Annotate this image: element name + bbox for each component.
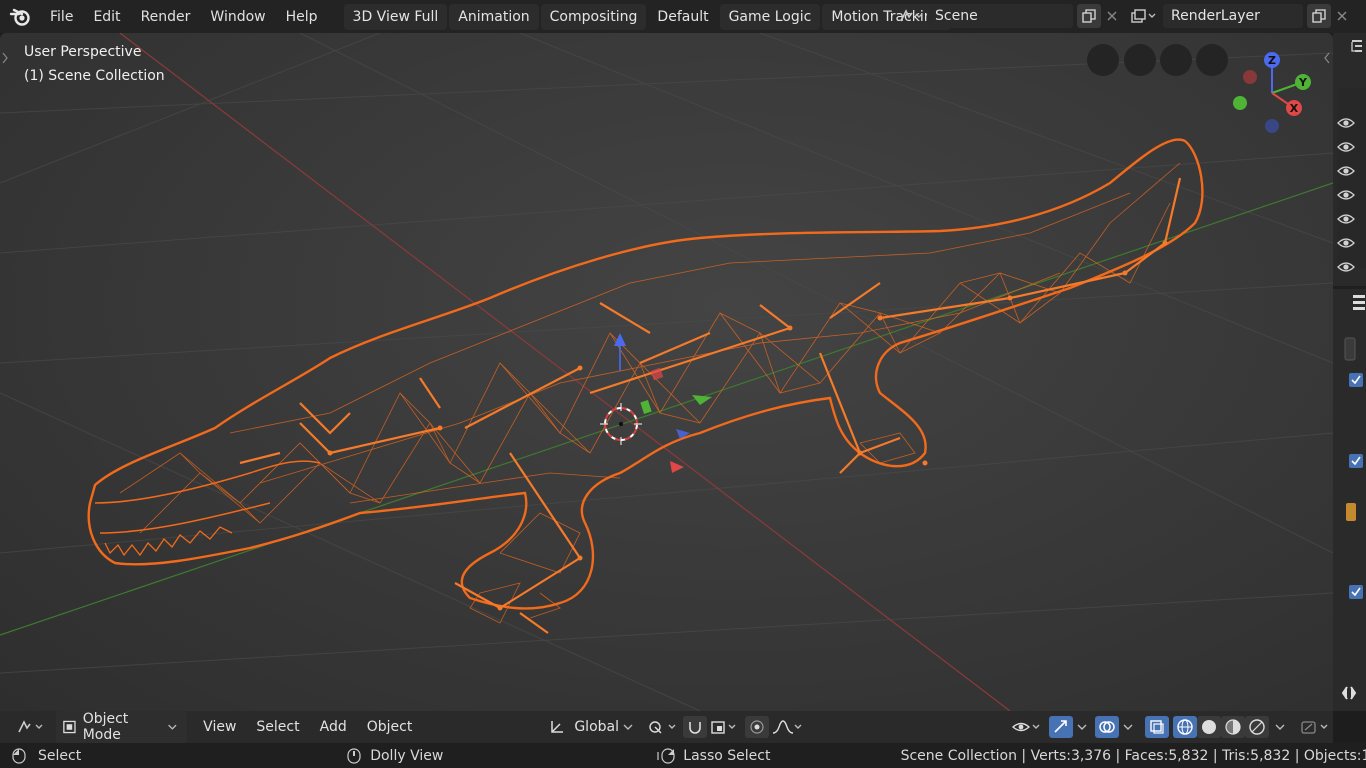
- menu-object[interactable]: Object: [367, 711, 413, 743]
- viewport-header: Object Mode View Select Add Object Globa…: [0, 711, 1333, 743]
- gizmo-toggle-icon[interactable]: [1049, 711, 1073, 743]
- scene-name: Scene: [935, 8, 978, 24]
- editor-type-dropdown[interactable]: [16, 711, 46, 743]
- new-render-layer-button[interactable]: [1307, 4, 1331, 28]
- checkbox-3[interactable]: [1349, 585, 1363, 599]
- mouse-left-icon: [12, 747, 26, 764]
- visibility-dropdown[interactable]: [1011, 711, 1045, 743]
- properties-scroll-icon[interactable]: [1344, 337, 1356, 361]
- falloff-dropdown[interactable]: [771, 711, 805, 743]
- checkbox-1[interactable]: [1349, 373, 1363, 387]
- mode-label: Object Mode: [82, 711, 129, 743]
- pan-icon[interactable]: [1124, 44, 1156, 76]
- status-bar: Select Dolly View Lasso Select Scene Col…: [0, 743, 1366, 768]
- orientation-label: Global: [574, 719, 619, 735]
- shading-solid-icon[interactable]: [1197, 711, 1221, 743]
- panel-resize-icon[interactable]: [1341, 686, 1357, 700]
- scene-name-field[interactable]: Scene: [927, 4, 1073, 28]
- tab-animation[interactable]: Animation: [449, 3, 539, 30]
- y-axis-label: Y: [1298, 76, 1308, 89]
- gizmo-dropdown[interactable]: [1073, 711, 1091, 743]
- scene-selector-area: Scene RenderLayer: [895, 3, 1353, 29]
- y-axis-line: [0, 182, 1333, 636]
- tab-compositing[interactable]: Compositing: [540, 3, 647, 30]
- menu-select[interactable]: Select: [256, 711, 299, 743]
- menu-edit[interactable]: Edit: [83, 0, 130, 33]
- floor-grid: [0, 33, 1333, 711]
- right-panel-strip: [1333, 33, 1366, 711]
- left-panel-arrow-icon[interactable]: [2, 52, 8, 64]
- shading-material-icon[interactable]: [1221, 711, 1245, 743]
- proportional-edit-toggle[interactable]: [745, 711, 769, 743]
- status-hint-dolly: Dolly View: [370, 747, 444, 764]
- ortho-toggle-icon[interactable]: [1196, 44, 1228, 76]
- collection-label: (1) Scene Collection: [24, 68, 165, 84]
- pivot-point-dropdown[interactable]: [647, 711, 681, 743]
- neg-z-icon[interactable]: [1265, 119, 1279, 133]
- top-bar: File Edit Render Window Help 3D View Ful…: [0, 0, 1366, 33]
- 3d-viewport[interactable]: User Perspective (1) Scene Collection Z …: [0, 33, 1333, 711]
- render-layer-name: RenderLayer: [1171, 8, 1260, 24]
- editor-options-dropdown[interactable]: [1299, 711, 1333, 743]
- mouse-drag-icon: [657, 747, 675, 764]
- right-panel-arrow-icon[interactable]: [1324, 52, 1330, 64]
- tab-default[interactable]: Default: [648, 4, 717, 30]
- navigation-gizmo[interactable]: Z Y X: [1226, 46, 1316, 136]
- menu-window[interactable]: Window: [200, 0, 275, 33]
- xray-toggle-icon[interactable]: [1145, 711, 1169, 743]
- checkbox-2[interactable]: [1349, 454, 1363, 468]
- render-layer-field[interactable]: RenderLayer: [1163, 4, 1303, 28]
- overlays-dropdown[interactable]: [1119, 711, 1137, 743]
- blender-logo-icon[interactable]: [0, 0, 40, 33]
- viewport-scene: [0, 33, 1333, 711]
- tab-game-logic[interactable]: Game Logic: [719, 3, 821, 30]
- menu-add[interactable]: Add: [320, 711, 347, 743]
- menu-view[interactable]: View: [203, 711, 236, 743]
- status-hint-select: Select: [38, 747, 82, 764]
- shading-wireframe-icon[interactable]: [1173, 711, 1197, 743]
- render-layer-icon[interactable]: [1125, 5, 1163, 27]
- close-render-layer-icon[interactable]: [1331, 5, 1353, 27]
- shading-rendered-icon[interactable]: [1245, 711, 1269, 743]
- z-axis-label: Z: [1268, 54, 1276, 67]
- new-scene-button[interactable]: [1077, 4, 1101, 28]
- x-axis-label: X: [1290, 102, 1299, 115]
- scene-icon[interactable]: [895, 5, 927, 27]
- material-swatch-icon[interactable]: [1346, 503, 1356, 521]
- menu-help[interactable]: Help: [276, 0, 328, 33]
- zoom-icon[interactable]: [1087, 44, 1119, 76]
- scene-statistics: Scene Collection | Verts:3,376 | Faces:5…: [900, 747, 1366, 764]
- tab-3d-view-full[interactable]: 3D View Full: [343, 3, 448, 30]
- camera-view-icon[interactable]: [1160, 44, 1192, 76]
- snap-toggle-icon[interactable]: [683, 711, 707, 743]
- mouse-middle-icon: [347, 747, 361, 764]
- outliner-filter-icon[interactable]: [1351, 40, 1362, 52]
- transform-orientation-dropdown[interactable]: Global: [548, 711, 637, 743]
- mode-dropdown[interactable]: Object Mode: [56, 711, 188, 743]
- menu-render[interactable]: Render: [131, 0, 201, 33]
- chevron-down-icon: [623, 724, 633, 730]
- shading-dropdown[interactable]: [1269, 711, 1291, 743]
- close-scene-icon[interactable]: [1101, 5, 1123, 27]
- status-hint-lasso: Lasso Select: [683, 747, 771, 764]
- 3d-cursor[interactable]: [600, 403, 642, 445]
- orientation-icon: [551, 721, 564, 733]
- neg-x-icon[interactable]: [1243, 70, 1257, 84]
- neg-y-icon[interactable]: [1233, 96, 1247, 110]
- properties-tab-icon[interactable]: [1353, 295, 1365, 310]
- snap-target-dropdown[interactable]: [709, 711, 743, 743]
- perspective-label: User Perspective: [24, 44, 142, 60]
- menu-file[interactable]: File: [40, 0, 83, 33]
- chevron-down-icon: [168, 724, 177, 730]
- crocodile-wireframe[interactable]: [87, 138, 1204, 634]
- overlays-toggle-icon[interactable]: [1095, 711, 1119, 743]
- object-mode-icon: [63, 720, 76, 734]
- workspace-tabs: 3D View Full Animation Compositing Defau…: [343, 3, 951, 30]
